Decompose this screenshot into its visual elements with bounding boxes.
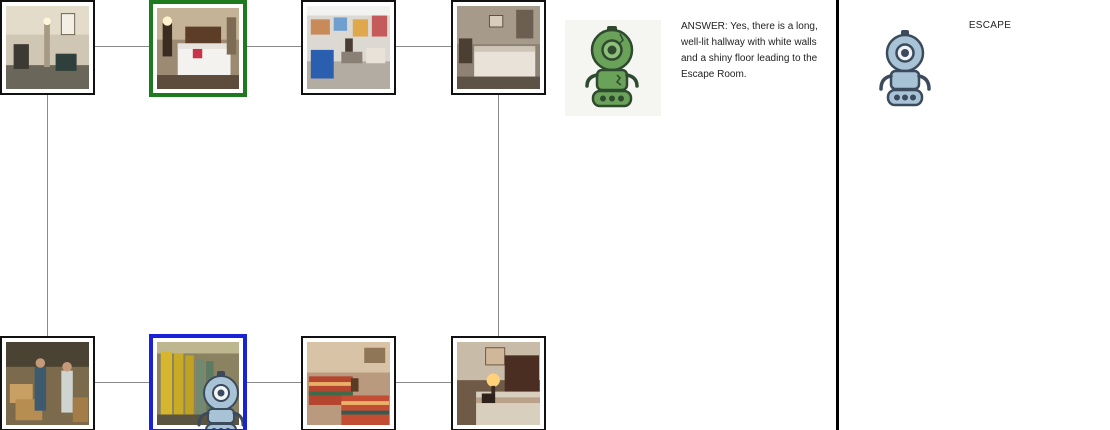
edge-r3-r7 [498,95,499,337]
room-photo-bedroom-lamp [457,342,540,425]
room-photo-classroom [307,6,390,89]
edge-r2-r3 [396,46,452,47]
edge-r1-r2 [247,46,302,47]
room-photo-hotel-bedroom [157,8,239,89]
escape-robot-icon [872,28,938,110]
room-photo-hallway [6,6,89,89]
answer-robot-icon [565,20,661,116]
room-node-classroom[interactable] [301,0,396,95]
escape-label: ESCAPE [968,20,1012,31]
panel-divider [836,0,839,430]
edge-r6-r7 [396,382,452,383]
agent-robot-icon [197,371,243,429]
room-node-storage[interactable] [0,336,95,430]
edge-r0-r4 [47,95,48,337]
room-photo-twin-bedroom [307,342,390,425]
answer-text: ANSWER: Yes, there is a long, well-lit h… [681,21,818,80]
edge-r5-r6 [247,382,302,383]
room-photo-bedroom-dim [457,6,540,89]
room-node-bedroom-lamp[interactable] [451,336,546,430]
edge-r0-r1 [95,46,150,47]
room-photo-storage [6,342,89,425]
room-node-hotel-bedroom[interactable] [149,0,247,97]
room-node-hallway[interactable] [0,0,95,95]
room-node-locker-room[interactable] [149,334,247,430]
room-graph [0,0,560,430]
edge-r4-r5 [95,382,150,383]
room-node-twin-bedroom[interactable] [301,336,396,430]
room-node-bedroom-dim[interactable] [451,0,546,95]
